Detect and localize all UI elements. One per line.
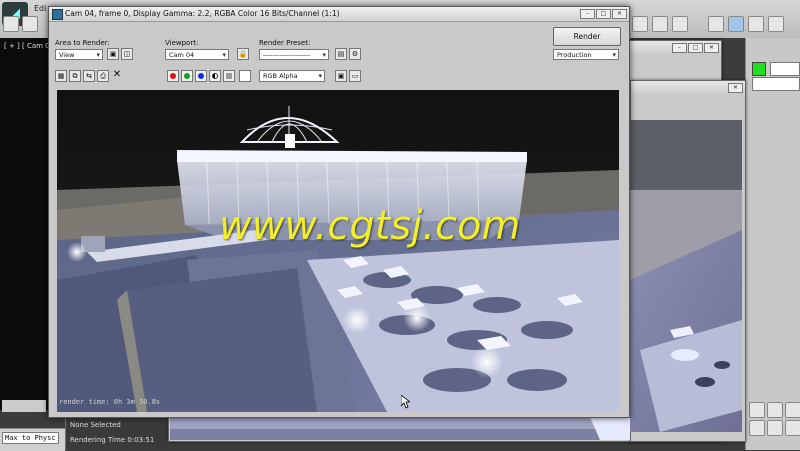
frame-window-icon: [52, 9, 63, 20]
mouse-cursor-icon: [400, 394, 412, 411]
command-panel: [745, 38, 800, 450]
field-of-view-icon[interactable]: [749, 420, 765, 436]
main-toolbar-right: [628, 10, 800, 38]
toggle-ui-icon[interactable]: ▭: [349, 70, 361, 82]
area-to-render-label: Area to Render:: [55, 39, 110, 47]
minimize-icon[interactable]: –: [672, 43, 687, 53]
alpha-channel-toggle[interactable]: [209, 70, 221, 82]
render-preset-dropdown[interactable]: --------------------: [259, 49, 329, 60]
maximize-icon[interactable]: □: [688, 43, 703, 53]
minimize-icon[interactable]: –: [580, 9, 595, 19]
area-to-render-dropdown[interactable]: View: [55, 49, 103, 60]
schematic-icon[interactable]: [672, 16, 688, 32]
auto-region-icon[interactable]: ◫: [121, 48, 133, 60]
render-production-icon[interactable]: [748, 16, 764, 32]
display-channel-dropdown[interactable]: RGB Alpha: [259, 70, 325, 82]
lock-icon[interactable]: 🔒: [237, 48, 249, 60]
teapot-icon[interactable]: [768, 16, 784, 32]
orbit-icon[interactable]: [767, 402, 783, 418]
red-channel-toggle[interactable]: [167, 70, 179, 82]
close-icon[interactable]: ✕: [728, 83, 743, 93]
watermark-text: www.cgtsj.com: [219, 203, 521, 249]
viewport-dropdown[interactable]: Cam 04: [165, 49, 229, 60]
rendering-time-status: Rendering Time 0:03:51: [70, 436, 155, 444]
viewport-label: Viewport:: [165, 39, 199, 47]
render-time-label: render time: 0h 3m 50.8s: [59, 398, 161, 406]
close-icon[interactable]: ✕: [704, 43, 719, 53]
frame-window-titlebar[interactable]: Cam 04, frame 0, Display Gamma: 2.2, RGB…: [49, 7, 629, 22]
menu-edit[interactable]: Edi: [34, 4, 46, 13]
graph-editor-icon[interactable]: [632, 16, 648, 32]
left-viewport[interactable]: [0, 38, 49, 410]
maximize-viewport-icon[interactable]: [785, 420, 800, 436]
toggle-ui-overlay-icon[interactable]: ▣: [335, 70, 347, 82]
clone-window-icon[interactable]: ⇆: [83, 70, 95, 82]
edit-region-icon[interactable]: ▣: [107, 48, 119, 60]
time-slider[interactable]: [2, 400, 46, 412]
frame-window-title: Cam 04, frame 0, Display Gamma: 2.2, RGB…: [65, 9, 340, 18]
background-window-titlebar-2[interactable]: ✕: [631, 81, 745, 93]
link-tools: [0, 14, 44, 38]
modifier-list-field[interactable]: [752, 77, 800, 91]
render-button[interactable]: Render: [553, 27, 621, 46]
close-icon[interactable]: ✕: [612, 9, 627, 19]
copy-image-icon[interactable]: ⧉: [69, 70, 81, 82]
rendered-frame-icon[interactable]: [728, 16, 744, 32]
viewport-label[interactable]: [ + ] [ Cam 04: [4, 42, 54, 50]
render-preset-label: Render Preset:: [259, 39, 311, 47]
background-render-image: [630, 120, 742, 432]
green-channel-toggle[interactable]: [181, 70, 193, 82]
maximize-icon[interactable]: □: [596, 9, 611, 19]
object-color-swatch[interactable]: [752, 62, 766, 76]
background-color-swatch[interactable]: [239, 70, 251, 82]
print-icon[interactable]: ⎙: [97, 70, 109, 82]
monochrome-toggle[interactable]: [223, 70, 235, 82]
render-setup-icon[interactable]: ▤: [335, 48, 347, 60]
walk-icon[interactable]: [767, 420, 783, 436]
gear-icon[interactable]: ⚙: [349, 48, 361, 60]
clear-icon[interactable]: ✕: [111, 70, 123, 82]
pan-icon[interactable]: [785, 402, 800, 418]
object-name-field[interactable]: [770, 62, 800, 76]
selection-status: None Selected: [70, 421, 121, 429]
rendered-frame-window[interactable]: Cam 04, frame 0, Display Gamma: 2.2, RGB…: [48, 6, 630, 418]
maxscript-mini-field[interactable]: Max to Physc: [2, 432, 59, 444]
render-mode-dropdown[interactable]: Production: [553, 49, 619, 60]
save-image-icon[interactable]: ▦: [55, 70, 67, 82]
zoom-icon[interactable]: [749, 402, 765, 418]
viewport-nav-controls: [745, 398, 800, 450]
unlink-icon[interactable]: [22, 16, 38, 32]
render-setup-icon[interactable]: [708, 16, 724, 32]
link-icon[interactable]: [3, 16, 19, 32]
rendered-image[interactable]: [57, 90, 619, 412]
blue-channel-toggle[interactable]: [195, 70, 207, 82]
material-editor-icon[interactable]: [652, 16, 668, 32]
background-render-strip: [170, 417, 630, 440]
